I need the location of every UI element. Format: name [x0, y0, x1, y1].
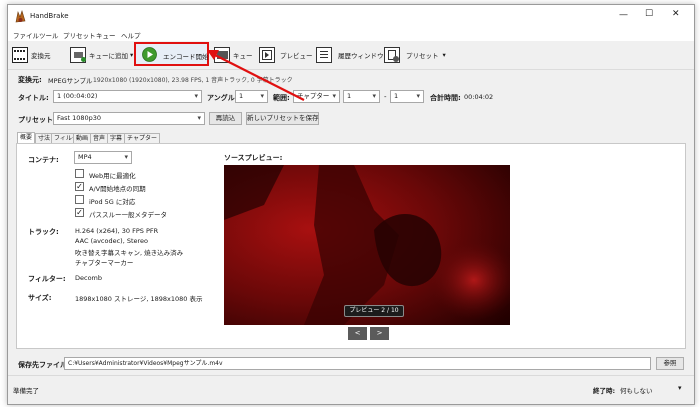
annotation-arrow-icon: [207, 50, 305, 101]
